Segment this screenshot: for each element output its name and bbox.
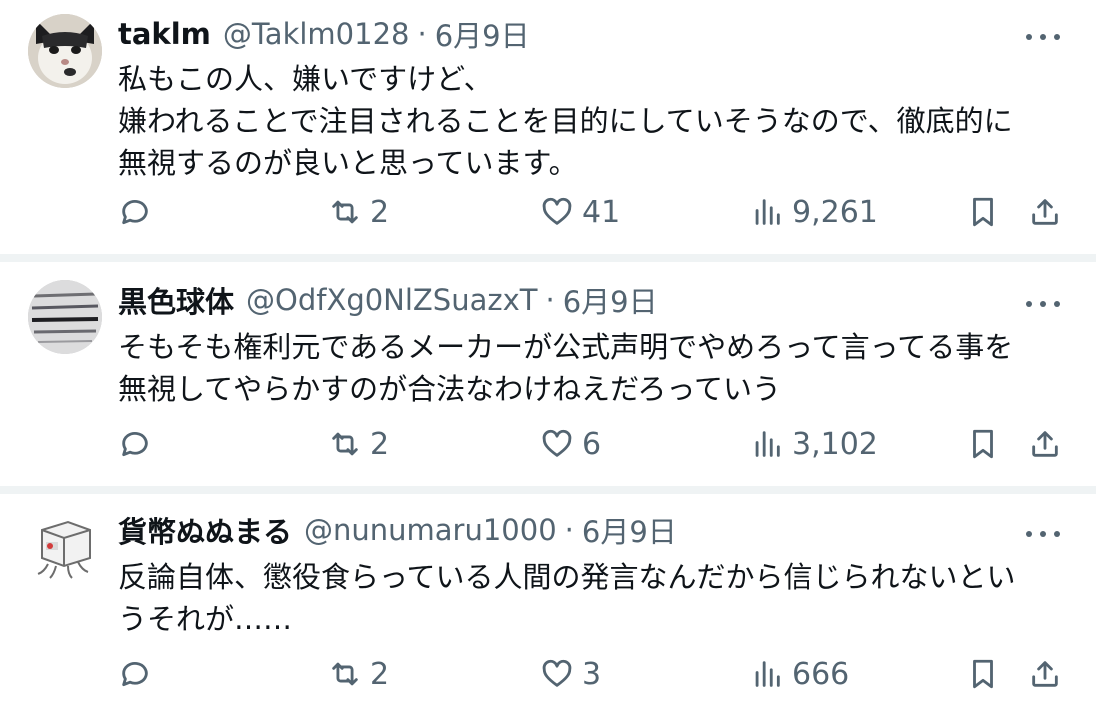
user-handle[interactable]: @nunumaru1000 [304, 513, 557, 547]
reply-icon [122, 432, 148, 457]
like-count: 41 [582, 194, 621, 230]
avatar[interactable] [28, 280, 102, 354]
bookmark-icon [973, 429, 993, 459]
bookmark-button[interactable] [966, 192, 1000, 232]
cat-avatar-image [28, 14, 102, 88]
bookmark-button[interactable] [966, 424, 1000, 464]
bottle-label-avatar-image [28, 280, 102, 354]
tweet[interactable]: taklm @Taklm0128 · 6月9日 私もこの人、嫌いですけど、 嫌わ… [0, 0, 1096, 254]
reply-button[interactable] [118, 192, 152, 232]
avatar[interactable] [28, 14, 102, 88]
retweet-count: 2 [370, 656, 390, 692]
like-button[interactable]: 41 [540, 192, 620, 232]
more-icon[interactable] [1026, 298, 1060, 310]
like-count: 6 [582, 426, 602, 462]
retweet-icon [332, 200, 358, 224]
views-button[interactable]: 9,261 [750, 192, 878, 232]
views-button[interactable]: 3,102 [750, 424, 878, 464]
share-button[interactable] [1028, 654, 1062, 694]
retweet-icon [332, 662, 358, 686]
views-icon [755, 431, 780, 457]
heart-icon [542, 659, 572, 687]
like-count: 3 [582, 656, 602, 692]
tweet[interactable]: 貨幣ぬぬまる @nunumaru1000 · 6月9日 反論自体、懲役食らってい… [0, 494, 1096, 714]
heart-icon [542, 429, 572, 457]
retweet-icon [332, 432, 358, 456]
views-icon [755, 199, 780, 225]
divider [0, 486, 1096, 494]
post-date[interactable]: 6月9日 [582, 509, 677, 551]
bookmark-icon [973, 197, 993, 227]
display-name[interactable]: 黒色球体 [118, 279, 234, 321]
tweet-text: 反論自体、懲役食らっている人間の発言なんだから信じられないとい うそれが…… [118, 560, 1016, 636]
more-icon[interactable] [1026, 31, 1060, 43]
bookmark-button[interactable] [966, 654, 1000, 694]
post-date[interactable]: 6月9日 [563, 279, 658, 321]
retweet-count: 2 [370, 194, 390, 230]
heart-icon [542, 197, 572, 225]
display-name[interactable]: 貨幣ぬぬまる [118, 509, 292, 551]
post-date[interactable]: 6月9日 [435, 13, 530, 55]
like-button[interactable]: 3 [540, 654, 601, 694]
reply-button[interactable] [118, 654, 152, 694]
share-icon [1032, 199, 1058, 225]
views-count: 666 [792, 656, 850, 692]
display-name[interactable]: taklm [118, 17, 211, 51]
retweet-button[interactable]: 2 [328, 192, 389, 232]
reply-icon [122, 200, 148, 225]
views-icon [755, 661, 780, 687]
user-handle[interactable]: @OdfXg0NlZSuazxT [246, 283, 537, 317]
views-button[interactable]: 666 [750, 654, 849, 694]
share-icon [1032, 431, 1058, 457]
views-count: 9,261 [792, 194, 878, 230]
separator-dot: · [417, 17, 427, 51]
divider [0, 254, 1096, 262]
reply-button[interactable] [118, 424, 152, 464]
separator-dot: · [545, 283, 555, 317]
views-count: 3,102 [792, 426, 878, 462]
retweet-button[interactable]: 2 [328, 424, 389, 464]
reply-icon [122, 662, 148, 687]
avatar[interactable] [28, 512, 102, 586]
more-icon[interactable] [1026, 528, 1060, 540]
retweet-count: 2 [370, 426, 390, 462]
like-button[interactable]: 6 [540, 424, 601, 464]
retweet-button[interactable]: 2 [328, 654, 389, 694]
separator-dot: · [564, 513, 574, 547]
bookmark-icon [973, 659, 993, 689]
share-button[interactable] [1028, 192, 1062, 232]
tweet-text: そもそも権利元であるメーカーが公式声明でやめろって言ってる事を 無視してやらかす… [118, 330, 1014, 406]
tweet-text: 私もこの人、嫌いですけど、 嫌われることで注目されることを目的にしていそうなので… [118, 62, 1013, 180]
share-icon [1032, 661, 1058, 687]
share-button[interactable] [1028, 424, 1062, 464]
tweet[interactable]: 黒色球体 @OdfXg0NlZSuazxT · 6月9日 そもそも権利元であるメ… [0, 262, 1096, 486]
robot-avatar-image [28, 512, 102, 586]
user-handle[interactable]: @Taklm0128 [223, 17, 410, 51]
